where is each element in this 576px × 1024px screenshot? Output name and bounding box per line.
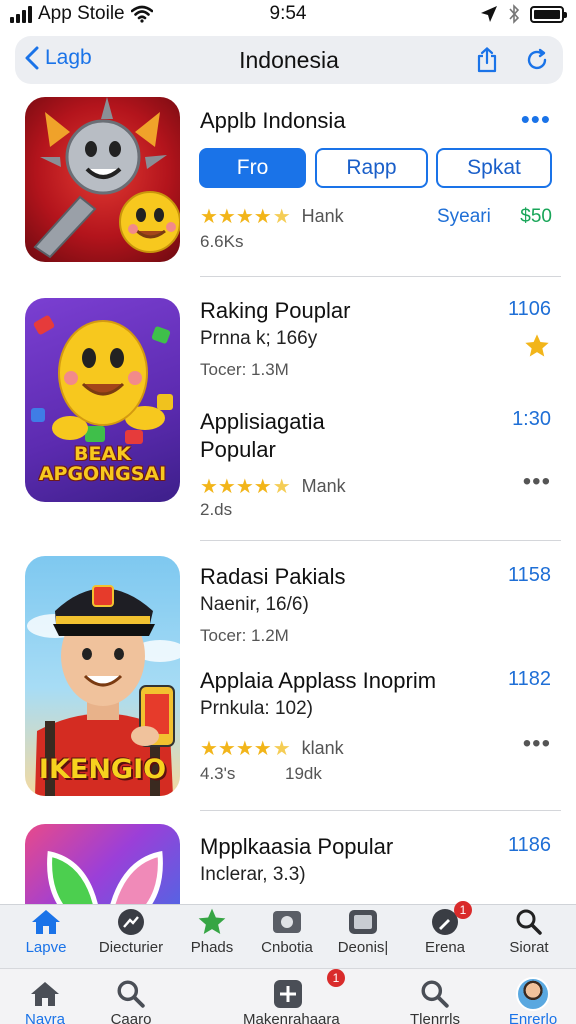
app-age: 19dk bbox=[285, 764, 322, 783]
divider bbox=[200, 540, 561, 541]
top-tab-bar: Lapve Diecturier Phads Cnbotia Deonis| 1… bbox=[0, 901, 576, 968]
tab-nayra[interactable]: Nayra bbox=[0, 977, 90, 1024]
featured-app-card[interactable]: Applb Indonsia ••• Fro Rapp Spkat ★★★★ ★ … bbox=[0, 92, 576, 278]
segment-rapp[interactable]: Rapp bbox=[315, 148, 428, 188]
navigation-bar: Lagb Indonesia bbox=[15, 36, 563, 84]
tab-enrerlo[interactable]: Enrerlo bbox=[488, 977, 576, 1024]
app-icon-leaf[interactable] bbox=[25, 824, 180, 904]
divider bbox=[200, 810, 561, 811]
icon-caption: BEAK APGONGSAI bbox=[38, 443, 167, 485]
tab-tlenrrls[interactable]: Tlenrrls bbox=[390, 977, 480, 1024]
rank-number: 1158 bbox=[507, 564, 551, 586]
download-count: Tocer: 1.2M bbox=[200, 626, 289, 645]
bottom-tab-bar: Nayra Caaro 1 Makenrahaara Tlenrrls Enre… bbox=[0, 968, 576, 1024]
rank-number: 1186 bbox=[507, 834, 551, 856]
tab-makenrahaara[interactable]: 1 Makenrahaara bbox=[243, 969, 345, 1024]
app-title[interactable]: Mpplkaasia Popular bbox=[200, 834, 393, 860]
search-icon bbox=[421, 980, 449, 1008]
app-size: 4.3's bbox=[200, 764, 236, 783]
star-icon: ★★★★ bbox=[200, 476, 272, 498]
app-icon-ikengio[interactable]: IKENGIO bbox=[25, 556, 180, 796]
tab-erena[interactable]: 1 Erena bbox=[400, 901, 490, 956]
star-icon: ★★★★ bbox=[200, 206, 272, 228]
app-rating: ★★★★ ★ Mank bbox=[200, 474, 346, 499]
ranking-card-3: Mpplkaasia Popular 1186 Inclerar, 3.3) bbox=[0, 812, 576, 904]
segment-fro[interactable]: Fro bbox=[199, 148, 306, 188]
home-icon bbox=[31, 982, 59, 1006]
trending-icon bbox=[118, 909, 144, 935]
more-options-button[interactable]: ••• bbox=[523, 468, 551, 496]
share-button[interactable] bbox=[473, 46, 501, 74]
leaf-icon bbox=[47, 850, 163, 904]
rating-label: klank bbox=[301, 738, 344, 758]
search-icon bbox=[117, 980, 145, 1008]
rank-number: 1182 bbox=[507, 668, 551, 690]
star-icon: ★★★★ bbox=[200, 738, 272, 760]
icon-caption: IKENGIO bbox=[38, 754, 167, 785]
refresh-button[interactable] bbox=[523, 46, 551, 74]
tab-diecturier[interactable]: Diecturier bbox=[86, 905, 176, 956]
rating-label: Hank bbox=[301, 206, 344, 226]
app-icon-mace[interactable] bbox=[25, 97, 180, 262]
app-subtitle: Prnkula: 102) bbox=[200, 698, 314, 719]
more-options-button[interactable]: ••• bbox=[523, 730, 551, 758]
featured-link[interactable]: Syeari bbox=[437, 206, 491, 228]
battery-icon bbox=[530, 5, 567, 23]
app-title[interactable]: Raking Pouplar bbox=[200, 298, 350, 324]
segment-spkat[interactable]: Spkat bbox=[436, 148, 552, 188]
share-icon bbox=[477, 47, 497, 73]
featured-price: $50 bbox=[520, 206, 552, 227]
featured-size: 6.6Ks bbox=[200, 232, 244, 251]
photo-icon bbox=[349, 910, 377, 934]
rank-number: 1:30 bbox=[512, 408, 551, 430]
tab-caaro[interactable]: Caaro bbox=[86, 977, 176, 1024]
half-star-icon: ★ bbox=[272, 738, 291, 760]
app-title[interactable]: Applaia Applass Inoprim bbox=[200, 668, 436, 694]
home-icon bbox=[32, 910, 60, 934]
app-title[interactable]: Applisiagatia Popular bbox=[200, 408, 325, 464]
bluetooth-icon bbox=[509, 4, 520, 24]
app-subtitle: Naenir, 16/6) bbox=[200, 594, 309, 615]
app-rating: ★★★★ ★ klank bbox=[200, 736, 344, 761]
app-icon-beak[interactable]: BEAK APGONGSAI bbox=[25, 298, 180, 502]
avatar bbox=[516, 977, 550, 1011]
star-icon[interactable] bbox=[523, 332, 551, 360]
star-icon bbox=[198, 908, 226, 934]
more-options-button[interactable]: ••• bbox=[521, 104, 551, 135]
featured-app-title[interactable]: Applb Indonsia bbox=[200, 108, 346, 134]
rank-number: 1106 bbox=[507, 298, 551, 320]
refresh-icon bbox=[527, 48, 547, 70]
notification-badge: 1 bbox=[454, 901, 472, 919]
mace-character-icon bbox=[33, 97, 180, 259]
featured-rating: ★★★★ ★ Hank bbox=[200, 204, 344, 229]
app-subtitle: Inclerar, 3.3) bbox=[200, 864, 306, 885]
half-star-icon: ★ bbox=[272, 206, 291, 228]
download-count: Tocer: 1.3M bbox=[200, 360, 289, 379]
notification-badge: 1 bbox=[327, 969, 345, 987]
app-title[interactable]: Radasi Pakials bbox=[200, 564, 346, 590]
tab-lapve[interactable]: Lapve bbox=[1, 905, 91, 956]
add-icon bbox=[274, 980, 302, 1008]
half-star-icon: ★ bbox=[272, 476, 291, 498]
search-icon bbox=[516, 909, 542, 935]
app-list: Applb Indonsia ••• Fro Rapp Spkat ★★★★ ★ … bbox=[0, 92, 576, 904]
divider bbox=[200, 276, 561, 277]
ranking-card-2: IKENGIO Radasi Pakials 1158 Naenir, 16/6… bbox=[0, 542, 576, 812]
status-bar: App Stoile 9:54 bbox=[0, 0, 576, 30]
tab-siorat[interactable]: Siorat bbox=[484, 905, 574, 956]
tab-deonis[interactable]: Deonis| bbox=[318, 905, 408, 956]
location-arrow-icon bbox=[481, 6, 497, 22]
rating-label: Mank bbox=[301, 476, 346, 496]
app-size: 2.ds bbox=[200, 500, 233, 519]
box-icon bbox=[273, 911, 301, 933]
ranking-card-1: BEAK APGONGSAI Raking Pouplar 1106 Prnna… bbox=[0, 278, 576, 542]
app-subtitle: Prnna k; 166y bbox=[200, 328, 318, 349]
